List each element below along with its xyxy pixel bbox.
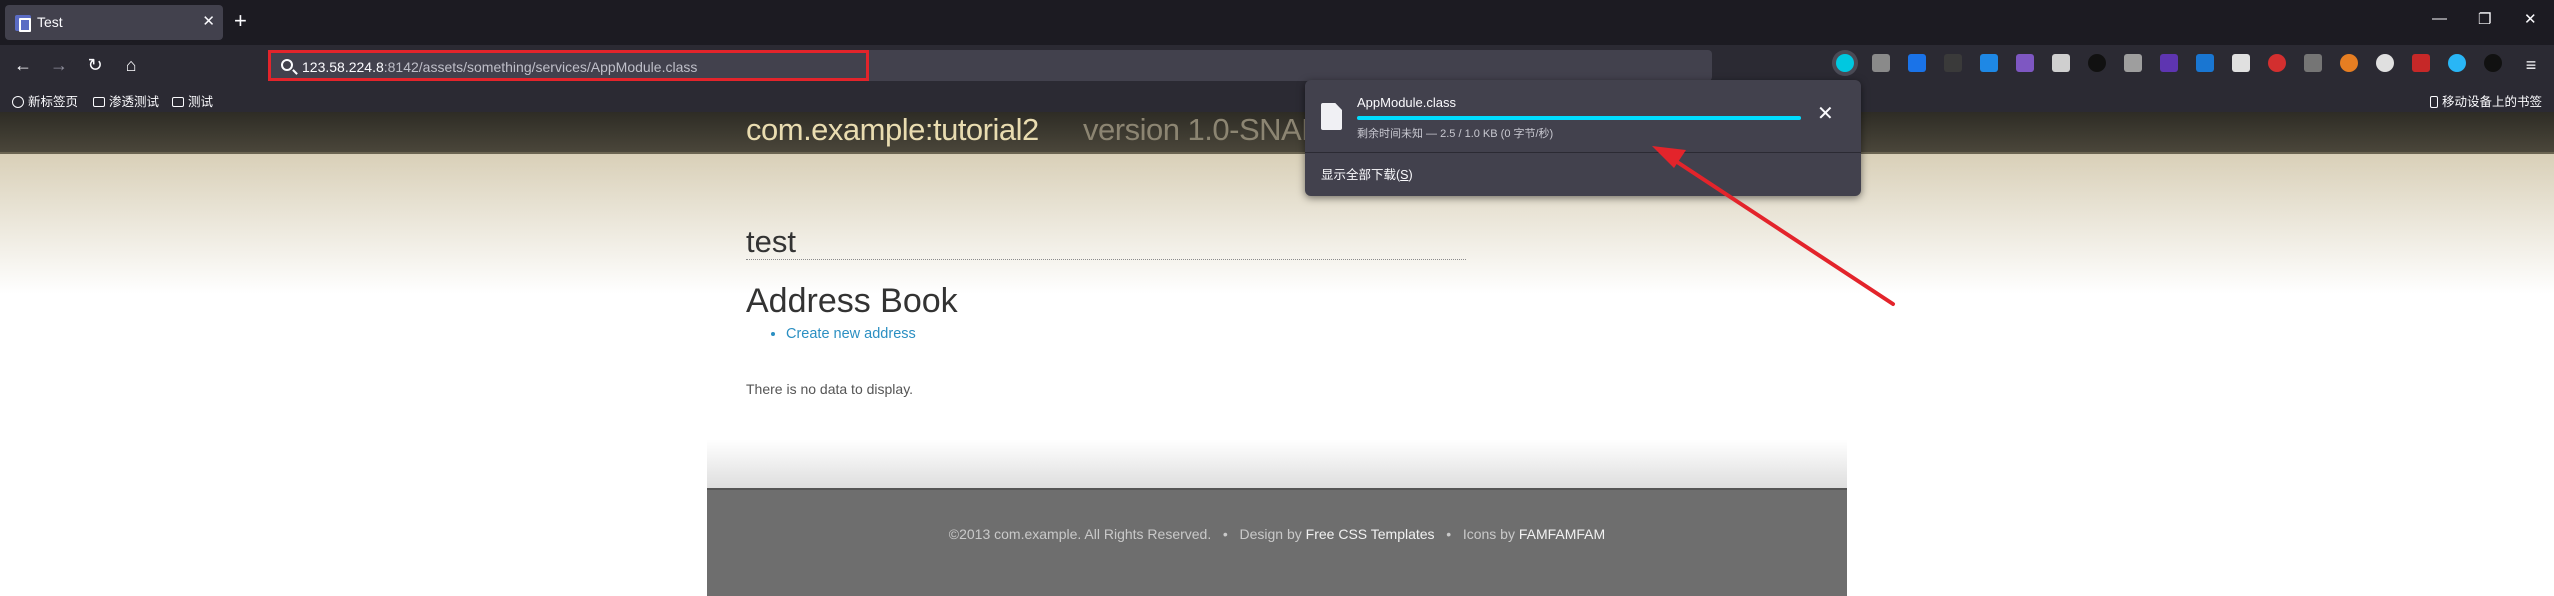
show-all-prefix: 显示全部下载( [1321, 168, 1401, 182]
footer-separator: • [1446, 526, 1452, 542]
extension-icon[interactable] [2376, 54, 2394, 72]
web-page: com.example:tutorial2 version 1.0-SNAPSH… [0, 112, 2554, 596]
translate-icon[interactable] [1908, 54, 1926, 72]
divider [1305, 152, 1861, 153]
window-close-button[interactable]: ✕ [2524, 10, 2537, 28]
url-host: 123.58.224.8 [302, 59, 384, 75]
globe-icon [12, 96, 24, 108]
mobile-icon [2430, 96, 2438, 108]
extension-icon[interactable] [2448, 54, 2466, 72]
extension-icon[interactable] [2196, 54, 2214, 72]
extension-icon[interactable] [2088, 54, 2106, 72]
forward-icon[interactable]: → [48, 54, 70, 76]
bookmark-label: 新标签页 [28, 95, 79, 109]
site-header: com.example:tutorial2 version 1.0-SNAPSH… [0, 112, 2554, 154]
bookmark-folder-pentest[interactable]: 渗透测试 [93, 91, 159, 110]
url-text[interactable]: 123.58.224.8:8142/assets/something/servi… [302, 59, 697, 75]
header-gradient [0, 154, 2554, 294]
restore-button[interactable]: ❐ [2478, 10, 2491, 28]
footer-icons-by: Icons by [1462, 526, 1515, 542]
file-icon [1321, 103, 1342, 130]
post-title: test [746, 224, 796, 259]
extension-icon[interactable] [1944, 54, 1962, 72]
site-title[interactable]: com.example:tutorial2 [746, 112, 1039, 148]
show-all-accesskey: S [1400, 168, 1409, 182]
reload-icon[interactable]: ↻ [84, 54, 106, 76]
search-icon [281, 59, 293, 71]
create-address-link[interactable]: Create new address [786, 326, 916, 342]
folder-icon [93, 97, 105, 107]
url-bar[interactable]: 123.58.224.8:8142/assets/something/servi… [268, 50, 1712, 81]
footer-design-by: Design by [1239, 526, 1302, 542]
bookmark-folder-test[interactable]: 测试 [172, 91, 213, 110]
adblock-icon[interactable] [2268, 54, 2286, 72]
footer-text: ©2013 com.example. All Rights Reserved. … [707, 526, 1847, 542]
download-progress-track [1357, 116, 1801, 120]
cancel-download-icon[interactable]: ✕ [1817, 104, 1834, 124]
bookmark-label: 移动设备上的书签 [2442, 95, 2543, 109]
url-highlight-box: 123.58.224.8:8142/assets/something/servi… [268, 50, 869, 81]
tab-close-icon[interactable]: ✕ [202, 12, 215, 32]
extension-icon[interactable] [1872, 54, 1890, 72]
extension-icon[interactable] [2340, 54, 2358, 72]
footer-fade [707, 440, 1847, 488]
extension-icon[interactable] [2124, 54, 2142, 72]
new-tab-button[interactable]: + [234, 9, 247, 33]
show-all-suffix: ) [1408, 168, 1413, 182]
bookmarks-bar: 新标签页 渗透测试 测试 移动设备上的书签 [0, 86, 2554, 112]
extension-icon[interactable] [2016, 54, 2034, 72]
site-footer: ©2013 com.example. All Rights Reserved. … [707, 488, 1847, 596]
action-list: Create new address [774, 326, 916, 342]
footer-copyright: ©2013 com.example. All Rights Reserved. [948, 526, 1212, 542]
tab-bar: Test ✕ + — ❐ ✕ [0, 0, 2554, 45]
extension-icon[interactable] [2412, 54, 2430, 72]
minimize-button[interactable]: — [2432, 10, 2447, 27]
tab-test[interactable]: Test ✕ [5, 5, 223, 40]
extension-icon[interactable] [2484, 54, 2502, 72]
url-path: :8142/assets/something/services/AppModul… [383, 59, 698, 75]
firefox-favicon [15, 15, 31, 32]
home-icon[interactable]: ⌂ [120, 54, 142, 76]
extension-icon[interactable] [2232, 54, 2250, 72]
extension-icon[interactable] [2052, 54, 2070, 72]
extension-icon[interactable] [1980, 54, 1998, 72]
menu-icon[interactable]: ≡ [2520, 54, 2542, 76]
download-filename[interactable]: AppModule.class [1357, 95, 1456, 110]
footer-separator: • [1222, 526, 1228, 542]
downloads-panel: AppModule.class 剩余时间未知 — 2.5 / 1.0 KB (0… [1305, 80, 1861, 196]
downloads-active-icon[interactable] [1836, 54, 1854, 72]
back-icon[interactable]: ← [12, 54, 34, 76]
list-item: Create new address [786, 326, 916, 342]
bookmark-label: 测试 [188, 95, 214, 109]
tab-title: Test [37, 14, 63, 30]
download-progress-fill [1357, 116, 1801, 120]
footer-icons-link[interactable]: FAMFAMFAM [1519, 526, 1605, 542]
bookmark-label: 渗透测试 [109, 95, 160, 109]
footer-design-link[interactable]: Free CSS Templates [1306, 526, 1435, 542]
section-title: Address Book [746, 282, 958, 320]
bookmark-mobile[interactable]: 移动设备上的书签 [2430, 91, 2542, 110]
folder-icon [172, 97, 184, 107]
download-status: 剩余时间未知 — 2.5 / 1.0 KB (0 字节/秒) [1357, 128, 1554, 140]
extension-icon[interactable] [2160, 54, 2178, 72]
divider [746, 259, 1466, 260]
bookmark-newtab[interactable]: 新标签页 [12, 91, 78, 110]
empty-message: There is no data to display. [746, 381, 914, 397]
show-all-downloads-button[interactable]: 显示全部下载(S) [1321, 164, 1413, 183]
extension-icon[interactable] [2304, 54, 2322, 72]
